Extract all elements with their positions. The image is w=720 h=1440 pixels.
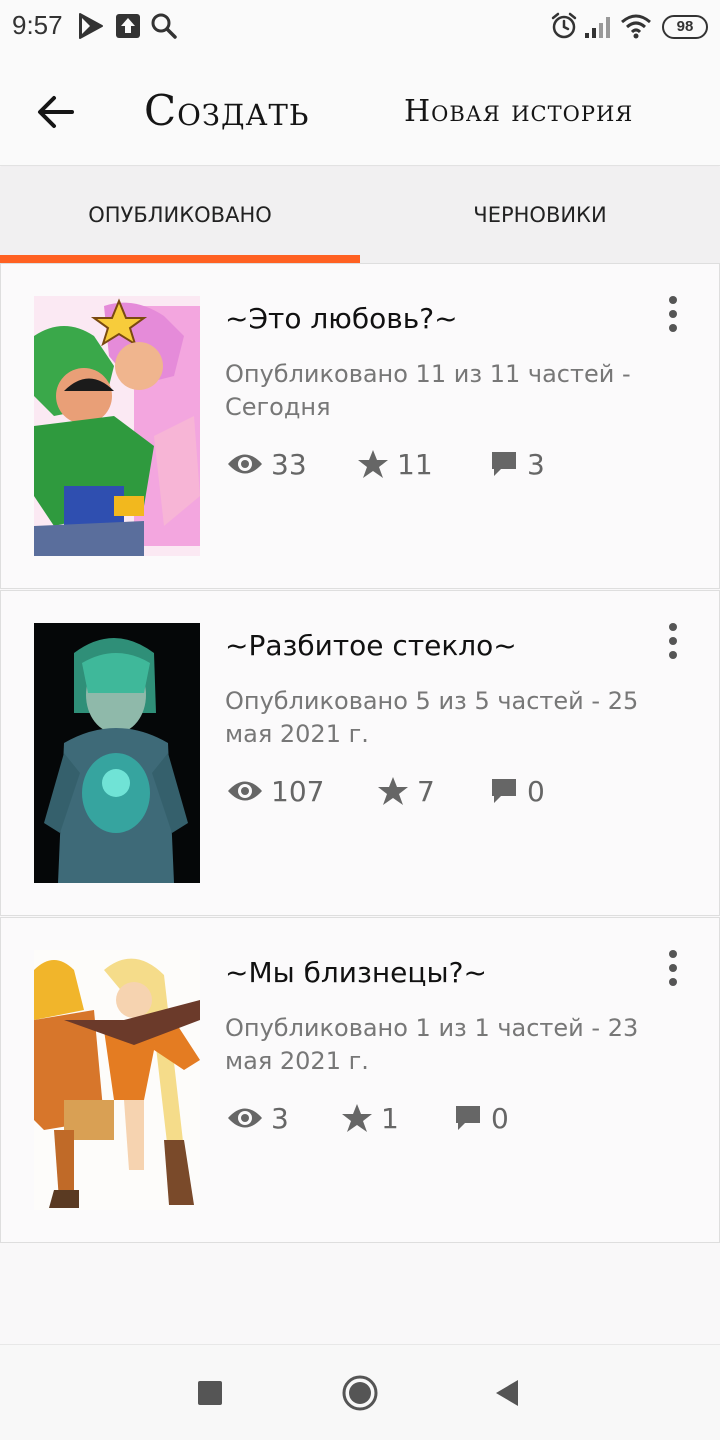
votes-count: 11 bbox=[397, 447, 433, 481]
status-time: 9:57 bbox=[12, 10, 63, 40]
story-publish-info: Опубликовано 11 из 11 частей - Сегодня bbox=[225, 360, 631, 421]
views-stat: 107 bbox=[227, 773, 324, 809]
votes-count: 1 bbox=[381, 1101, 399, 1135]
comments-stat: 3 bbox=[489, 446, 545, 482]
recents-button[interactable] bbox=[186, 1369, 234, 1417]
star-icon bbox=[358, 450, 388, 478]
story-title: ~Разбитое стекло~ bbox=[225, 629, 517, 662]
votes-count: 7 bbox=[417, 774, 435, 808]
views-count: 33 bbox=[271, 447, 307, 481]
tab-drafts[interactable]: ЧЕРНОВИКИ bbox=[360, 167, 720, 263]
star-icon bbox=[378, 777, 408, 805]
comments-stat: 0 bbox=[453, 1100, 509, 1136]
votes-stat: 11 bbox=[357, 446, 433, 482]
status-bar: 9:57 98 bbox=[0, 0, 720, 56]
arrow-back-icon bbox=[38, 96, 74, 128]
signal-icon bbox=[584, 12, 614, 44]
story-card[interactable]: ~Разбитое стекло~ Опубликовано 5 из 5 ча… bbox=[0, 590, 720, 916]
back-button[interactable] bbox=[30, 86, 82, 138]
page-title: Создать bbox=[144, 86, 310, 135]
play-store-icon bbox=[78, 12, 104, 44]
story-publish-info: Опубликовано 5 из 5 частей - 25 мая 2021… bbox=[225, 687, 639, 748]
system-navigation-bar bbox=[0, 1344, 720, 1440]
views-count: 107 bbox=[271, 774, 325, 808]
more-vert-icon bbox=[669, 296, 677, 332]
square-icon bbox=[198, 1381, 222, 1405]
comment-icon bbox=[492, 452, 516, 476]
story-publish-info: Опубликовано 1 из 1 частей - 23 мая 2021… bbox=[225, 1014, 639, 1075]
eye-icon bbox=[228, 454, 262, 474]
story-cover-image[interactable] bbox=[34, 296, 200, 556]
new-story-button[interactable]: Новая история bbox=[404, 94, 633, 129]
story-title: ~Это любовь?~ bbox=[225, 302, 458, 335]
story-card[interactable]: ~Мы близнецы?~ Опубликовано 1 из 1 часте… bbox=[0, 917, 720, 1243]
story-cover-image[interactable] bbox=[34, 623, 200, 883]
more-options-button[interactable] bbox=[659, 294, 687, 334]
more-options-button[interactable] bbox=[659, 948, 687, 988]
home-circle-icon bbox=[342, 1375, 378, 1411]
tab-published[interactable]: ОПУБЛИКОВАНО bbox=[0, 167, 360, 263]
app-bar: Создать Новая история bbox=[0, 56, 720, 166]
star-icon bbox=[342, 1104, 372, 1132]
story-cover-image[interactable] bbox=[34, 950, 200, 1210]
votes-stat: 1 bbox=[341, 1100, 399, 1136]
story-card[interactable]: ~Это любовь?~ Опубликовано 11 из 11 част… bbox=[0, 263, 720, 589]
votes-stat: 7 bbox=[377, 773, 435, 809]
tab-indicator bbox=[0, 255, 360, 263]
battery-icon: 98 bbox=[662, 15, 708, 39]
views-stat: 3 bbox=[227, 1100, 289, 1136]
comment-icon bbox=[492, 779, 516, 803]
comments-count: 0 bbox=[527, 774, 545, 808]
tab-bar: ОПУБЛИКОВАНО ЧЕРНОВИКИ bbox=[0, 167, 720, 263]
more-vert-icon bbox=[669, 950, 677, 986]
more-options-button[interactable] bbox=[659, 621, 687, 661]
upload-icon bbox=[116, 12, 140, 42]
more-vert-icon bbox=[669, 623, 677, 659]
comments-stat: 0 bbox=[489, 773, 545, 809]
comments-count: 0 bbox=[491, 1101, 509, 1135]
eye-icon bbox=[228, 1108, 262, 1128]
back-nav-button[interactable] bbox=[484, 1369, 532, 1417]
eye-icon bbox=[228, 781, 262, 801]
alarm-icon bbox=[550, 12, 578, 44]
triangle-back-icon bbox=[496, 1380, 518, 1406]
home-button[interactable] bbox=[336, 1369, 384, 1417]
wifi-icon bbox=[620, 12, 652, 44]
views-count: 3 bbox=[271, 1101, 289, 1135]
search-icon bbox=[150, 12, 178, 44]
comment-icon bbox=[456, 1106, 480, 1130]
comments-count: 3 bbox=[527, 447, 545, 481]
story-title: ~Мы близнецы?~ bbox=[225, 956, 487, 989]
views-stat: 33 bbox=[227, 446, 307, 482]
